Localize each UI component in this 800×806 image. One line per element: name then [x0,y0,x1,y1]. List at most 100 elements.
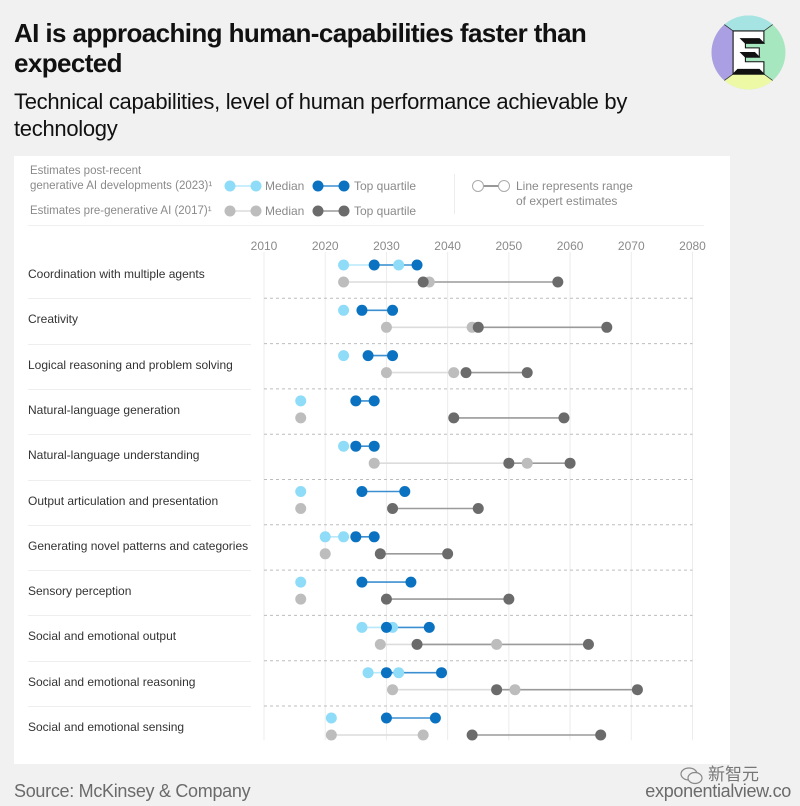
pre-top-dot [521,367,533,379]
legend-pre-median-dot-end [250,205,262,217]
row-marks [338,304,613,333]
pre-top-dot [552,276,564,288]
chart-title: AI is approaching human-capabilities fas… [14,18,587,78]
row-marks [295,486,484,514]
pre-top-dot [503,457,515,469]
chart-subtitle: Technical capabilities, level of human p… [14,89,628,141]
post-top-dot [405,576,417,588]
chart-marks [295,259,643,741]
pre-top-dot [595,729,607,741]
post-median-dot [362,667,374,679]
post-top-dot [356,304,368,316]
pre-top-dot [503,593,515,605]
row-marks [356,621,594,650]
post-top-dot [429,712,441,724]
post-median-dot [356,621,368,633]
post-top-dot [436,667,448,679]
pre-top-dot [442,548,454,560]
post-top-dot [368,440,380,452]
x-tick-label: 2030 [373,239,400,253]
post-median-dot [338,259,350,271]
row-marks [338,350,533,379]
post-top-dot [356,576,368,588]
x-axis-ticks: 2010 2020 2030 2040 2050 2060 2070 2080 [251,239,707,253]
x-tick-label: 2040 [434,239,461,253]
legend-glyphs [224,180,510,217]
row-marks [362,667,643,696]
legend-post-top-dot-start [312,180,324,192]
row-marks [325,712,607,741]
x-tick-label: 2050 [496,239,523,253]
pre-median-dot [417,729,429,741]
pre-top-dot [466,729,478,741]
pre-top-dot [631,684,643,696]
post-median-dot [338,304,350,316]
source-note: Source: McKinsey & Company [14,781,251,801]
post-top-dot [387,350,399,362]
post-top-dot [362,350,374,362]
pre-median-dot [521,457,533,469]
row-marks [338,259,564,288]
pre-top-dot [411,638,423,650]
site-link[interactable]: exponentialview.co [645,781,791,802]
pre-top-dot [448,412,460,424]
x-tick-label: 2010 [251,239,278,253]
pre-median-dot [368,457,380,469]
pre-median-dot [374,638,386,650]
x-tick-label: 2070 [618,239,645,253]
post-median-dot [319,531,331,543]
legend-pre-top-dot-end [338,205,350,217]
row-marks [295,576,515,605]
post-median-dot [393,259,405,271]
pre-top-dot [582,638,594,650]
post-top-dot [350,395,362,407]
post-top-dot [368,395,380,407]
chart-panel: Estimates post-recent generative AI deve… [14,156,730,764]
pre-median-dot [380,367,392,379]
pre-median-dot [380,321,392,333]
row-marks [338,440,576,469]
pre-top-dot [558,412,570,424]
pre-top-dot [472,321,484,333]
x-tick-label: 2060 [557,239,584,253]
legend-post-top-dot-end [338,180,350,192]
pre-top-dot [491,684,503,696]
pre-median-dot [387,684,399,696]
post-median-dot [295,395,307,407]
post-median-dot [295,576,307,588]
post-top-dot [368,259,380,271]
pre-top-dot [601,321,613,333]
post-top-dot [368,531,380,543]
legend-pre-median-dot-start [224,205,236,217]
pre-top-dot [460,367,472,379]
post-top-dot [387,304,399,316]
legend-range-dot-start [472,180,484,192]
post-median-dot [325,712,337,724]
pre-median-dot [295,412,307,424]
pre-top-dot [472,503,484,514]
legend-post-median-dot-start [224,180,236,192]
post-median-dot [338,350,350,362]
post-top-dot [399,486,411,497]
pre-top-dot [387,503,399,514]
post-median-dot [338,531,350,543]
legend-range-dot-end [498,180,510,192]
pre-top-dot [564,457,576,469]
post-median-dot [295,486,307,497]
post-top-dot [350,531,362,543]
post-top-dot [411,259,423,271]
x-tick-label: 2020 [312,239,339,253]
post-median-dot [338,440,350,452]
x-tick-label: 2080 [679,239,706,253]
post-top-dot [423,621,435,633]
post-top-dot [380,667,392,679]
pre-median-dot [509,684,521,696]
pre-median-dot [338,276,350,288]
pre-median-dot [325,729,337,741]
row-marks [295,395,570,424]
post-median-dot [393,667,405,679]
legend-post-median-dot-end [250,180,262,192]
pre-top-dot [374,548,386,560]
pre-median-dot [491,638,503,650]
pre-median-dot [295,593,307,605]
